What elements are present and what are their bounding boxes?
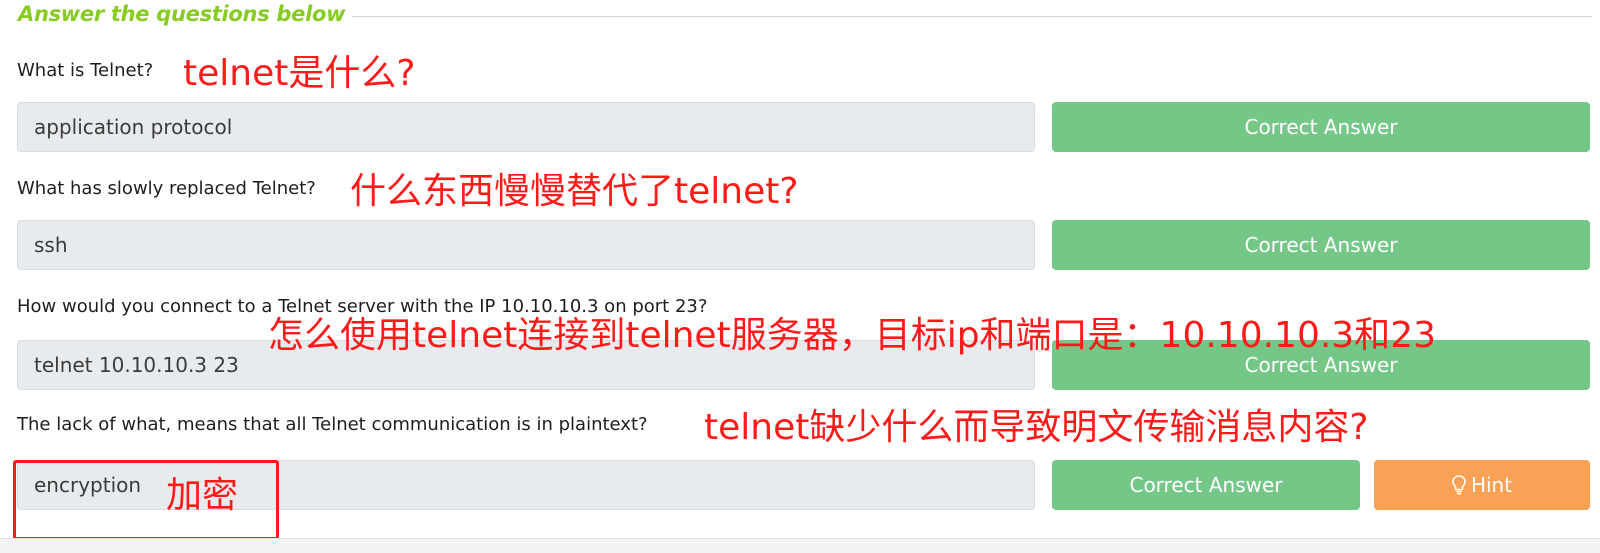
question-3-annotation: 怎么使用telnet连接到telnet服务器，目标ip和端口是：10.10.10… [268,315,1437,356]
question-2-correct-answer-button[interactable]: Correct Answer [1052,220,1590,270]
title-divider [352,16,1592,17]
section-title: Answer the questions below [18,2,346,26]
question-4-text: The lack of what, means that all Telnet … [17,414,648,435]
bottom-divider [0,538,1600,553]
question-2-text: What has slowly replaced Telnet? [17,178,316,199]
question-4-correct-answer-button[interactable]: Correct Answer [1052,460,1360,510]
question-1-annotation: telnet是什么? [183,53,416,94]
question-2-answer-field[interactable]: ssh [17,220,1035,270]
lightbulb-icon [1452,463,1466,513]
question-4-annotation: telnet缺少什么而导致明文传输消息内容? [704,407,1369,448]
hint-label: Hint [1470,473,1513,497]
question-1-correct-answer-button[interactable]: Correct Answer [1052,102,1590,152]
question-1-answer-field[interactable]: application protocol [17,102,1035,152]
answer-highlight-box [13,460,279,540]
question-1-text: What is Telnet? [17,60,154,81]
question-2-annotation: 什么东西慢慢替代了telnet? [350,171,799,212]
hint-button[interactable]: Hint [1374,460,1590,510]
